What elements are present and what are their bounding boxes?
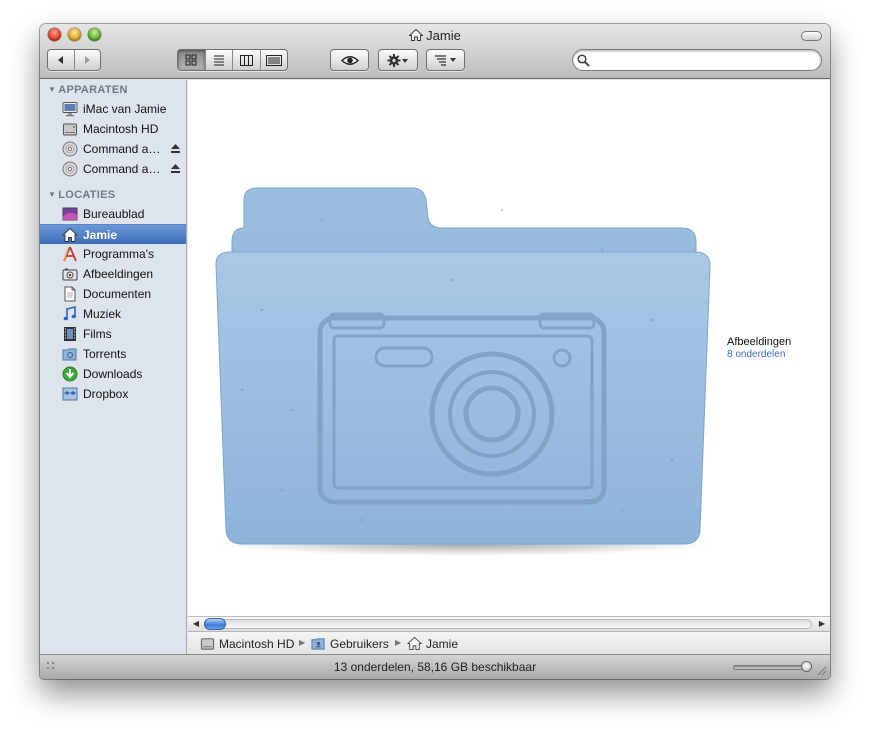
nav-buttons xyxy=(47,49,101,71)
sidebar-header-places[interactable]: ▼ LOCATIES xyxy=(48,189,115,201)
view-mode-control xyxy=(177,49,288,71)
movies-icon xyxy=(64,327,76,341)
coverflow-view-button[interactable] xyxy=(259,50,288,70)
path-bar: Macintosh HD ▶ Gebruikers ▶ Jamie xyxy=(188,631,830,654)
back-button[interactable] xyxy=(48,50,74,70)
finder-window: Jamie ▼ APPARATEN iMac van Jamie Macinto… xyxy=(40,24,830,679)
search-field[interactable] xyxy=(572,49,822,71)
icon-view-icon xyxy=(185,54,197,66)
music-icon xyxy=(63,306,77,321)
sidebar-item-command-disc-1[interactable]: Command a… xyxy=(40,139,186,159)
sidebar-item-downloads[interactable]: Downloads xyxy=(40,364,186,384)
downloads-icon xyxy=(62,366,78,382)
pictures-folder-icon[interactable] xyxy=(202,160,722,560)
search-input[interactable] xyxy=(593,52,813,68)
hard-drive-icon xyxy=(200,638,215,650)
applications-icon xyxy=(63,246,77,262)
sidebar-item-macintosh-hd[interactable]: Macintosh HD xyxy=(40,119,186,139)
home-icon xyxy=(407,636,422,651)
arrange-icon xyxy=(434,55,456,66)
sidebar-item-command-disc-2[interactable]: Command a… xyxy=(40,159,186,179)
window-title-text: Jamie xyxy=(426,28,461,43)
action-button[interactable] xyxy=(378,49,418,71)
path-separator: ▶ xyxy=(395,638,402,647)
users-folder-icon xyxy=(311,638,325,650)
forward-button[interactable] xyxy=(73,50,101,70)
disc-icon xyxy=(62,141,78,157)
folder-item-count: 8 onderdelen xyxy=(727,349,786,360)
back-arrow-icon xyxy=(57,56,63,64)
sidebar-item-imac[interactable]: iMac van Jamie xyxy=(40,99,186,119)
sidebar-item-jamie[interactable]: Jamie xyxy=(40,224,186,244)
icon-size-slider-knob[interactable] xyxy=(801,661,812,672)
sidebar-header-devices[interactable]: ▼ APPARATEN xyxy=(48,84,128,96)
path-separator: ▶ xyxy=(299,638,306,647)
sidebar-item-muziek[interactable]: Muziek xyxy=(40,304,186,324)
eject-icon[interactable] xyxy=(170,143,181,154)
eye-icon xyxy=(340,55,359,65)
folder-icon xyxy=(62,348,77,361)
status-text: 13 onderdelen, 58,16 GB beschikbaar xyxy=(333,660,537,674)
sidebar-item-torrents[interactable]: Torrents xyxy=(40,344,186,364)
forward-arrow-icon xyxy=(85,56,91,64)
sidebar-item-films[interactable]: Films xyxy=(40,324,186,344)
dropbox-icon xyxy=(62,387,78,401)
eject-icon[interactable] xyxy=(170,163,181,174)
sidebar-item-programmas[interactable]: Programma's xyxy=(40,244,186,264)
folder-name: Afbeeldingen xyxy=(727,336,792,348)
list-view-button[interactable] xyxy=(204,50,233,70)
scroll-thumb[interactable] xyxy=(204,618,226,630)
column-view-button[interactable] xyxy=(232,50,260,70)
scroll-right-arrow[interactable]: ▶ xyxy=(815,617,829,631)
window-resize-icon[interactable] xyxy=(816,665,827,676)
hard-drive-icon xyxy=(63,123,77,136)
imac-icon xyxy=(62,102,78,117)
disc-icon xyxy=(62,161,78,177)
home-icon xyxy=(409,29,424,41)
pictures-icon xyxy=(62,268,78,281)
documents-icon xyxy=(64,286,76,302)
sidebar-item-documenten[interactable]: Documenten xyxy=(40,284,186,304)
status-bar: 13 onderdelen, 58,16 GB beschikbaar xyxy=(40,654,830,679)
column-view-icon xyxy=(239,54,253,66)
search-icon xyxy=(577,54,590,67)
icon-size-slider[interactable] xyxy=(733,665,811,670)
quicklook-button[interactable] xyxy=(330,49,369,71)
window-title: Jamie xyxy=(40,28,830,43)
gear-icon xyxy=(387,53,408,67)
toolbar: Jamie xyxy=(40,24,830,79)
arrange-button[interactable] xyxy=(426,49,465,71)
toolbar-toggle-button[interactable] xyxy=(801,31,822,41)
content-area: Afbeeldingen 8 onderdelen xyxy=(188,80,830,616)
horizontal-scrollbar[interactable]: ◀ ▶ xyxy=(188,616,830,631)
icon-view-button[interactable] xyxy=(178,50,205,70)
sidebar-item-bureaublad[interactable]: Bureaublad xyxy=(40,204,186,224)
sidebar-item-dropbox[interactable]: Dropbox xyxy=(40,384,186,404)
scroll-track[interactable] xyxy=(204,619,812,629)
desktop-icon xyxy=(62,207,78,221)
list-view-icon xyxy=(213,55,224,66)
scroll-left-arrow[interactable]: ◀ xyxy=(189,617,203,631)
coverflow-view-icon xyxy=(265,54,282,66)
sidebar: ▼ APPARATEN iMac van Jamie Macintosh HD C… xyxy=(40,80,187,654)
home-icon xyxy=(62,227,78,242)
sidebar-item-afbeeldingen[interactable]: Afbeeldingen xyxy=(40,264,186,284)
